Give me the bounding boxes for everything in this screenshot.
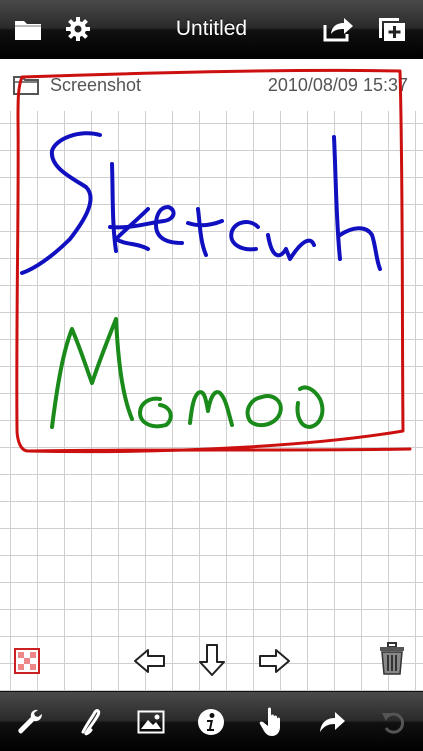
settings-tool-button[interactable] (10, 702, 50, 742)
arrow-left-icon (134, 649, 165, 673)
gear-icon (66, 17, 90, 41)
handwritten-word-sketch (20, 131, 382, 275)
trash-icon (380, 642, 404, 675)
scroll-down-button[interactable] (192, 639, 232, 681)
new-page-icon (379, 18, 405, 41)
wrench-icon (18, 709, 43, 734)
image-icon (137, 710, 165, 733)
arrow-right-icon (259, 649, 290, 673)
pen-style-button[interactable] (71, 702, 111, 742)
hand-icon (259, 707, 280, 736)
delete-button[interactable] (374, 639, 410, 679)
bottom-toolbar (0, 691, 423, 751)
page-title: Untitled (175, 17, 248, 40)
drawing-canvas[interactable]: Screenshot 2010/08/09 15:37 (0, 59, 423, 691)
redo-icon (320, 711, 346, 732)
info-button[interactable] (191, 702, 231, 742)
eraser-button[interactable] (12, 646, 42, 676)
eraser-icon (14, 648, 40, 674)
info-icon (198, 708, 225, 735)
arrow-down-icon (199, 644, 225, 676)
redo-button[interactable] (312, 702, 352, 742)
top-navigation-bar: Untitled (0, 0, 423, 59)
red-frame-stroke (15, 68, 405, 454)
new-page-button[interactable] (366, 0, 418, 58)
hand-tool-button[interactable] (252, 702, 292, 742)
pen-style-icon (81, 708, 100, 735)
insert-image-button[interactable] (131, 702, 171, 742)
handwritten-sketch (15, 68, 412, 454)
folder-button[interactable] (2, 0, 54, 58)
share-button[interactable] (312, 0, 364, 58)
undo-button[interactable] (373, 702, 413, 742)
undo-icon (381, 712, 404, 734)
handwritten-word-memo (50, 317, 325, 429)
settings-button[interactable] (52, 0, 104, 58)
scroll-left-button[interactable] (130, 641, 170, 681)
scroll-right-button[interactable] (254, 641, 294, 681)
folder-icon (15, 21, 41, 40)
share-icon (323, 18, 353, 42)
